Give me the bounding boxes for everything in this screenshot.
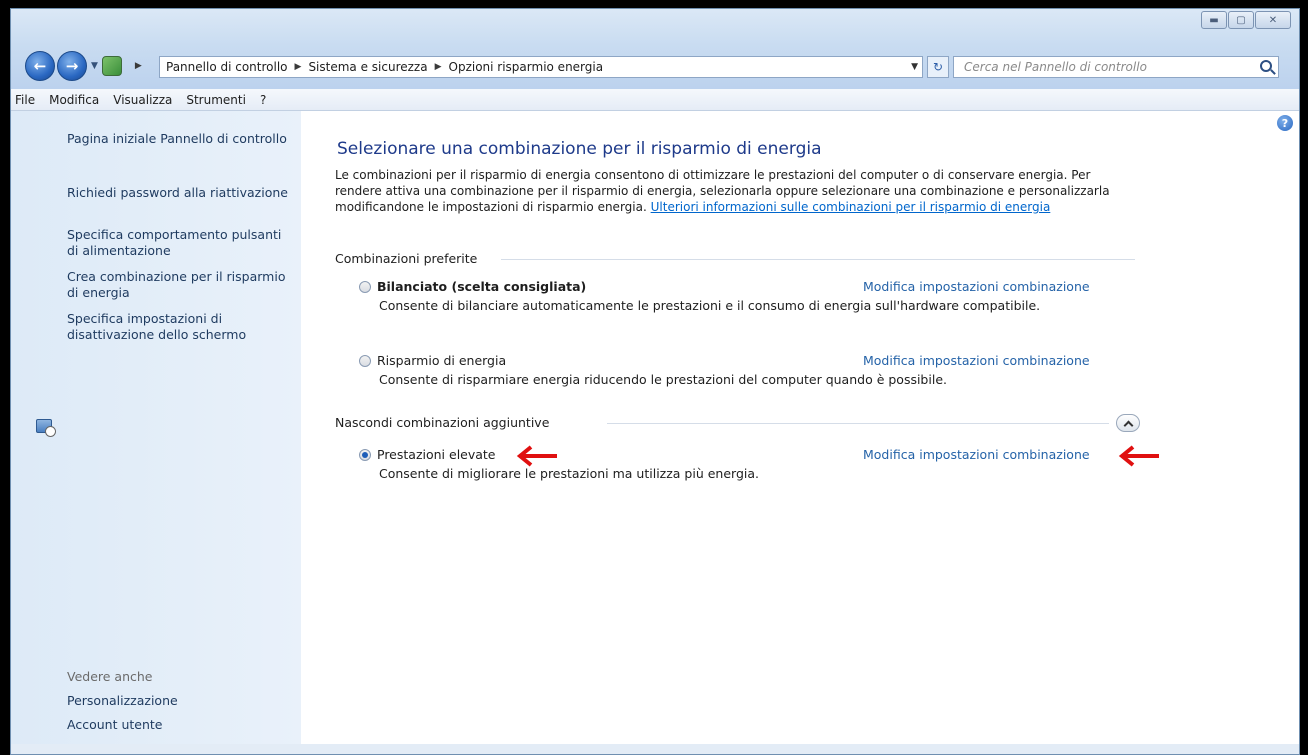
plan-power-saver-name[interactable]: Risparmio di energia xyxy=(377,353,506,368)
menu-bar: File Modifica Visualizza Strumenti ? xyxy=(11,89,1299,111)
section-divider xyxy=(607,423,1109,424)
plan-power-saver-edit-link[interactable]: Modifica impostazioni combinazione xyxy=(863,353,1090,368)
forward-icon[interactable]: → xyxy=(57,51,87,81)
plan-high-performance-desc: Consente di migliorare le prestazioni ma… xyxy=(379,466,759,481)
menu-help[interactable]: ? xyxy=(260,93,266,107)
red-arrow-left-icon xyxy=(516,445,557,467)
more-info-link[interactable]: Ulteriori informazioni sulle combinazion… xyxy=(651,200,1051,214)
sidebar-link-home[interactable]: Pagina iniziale Pannello di controllo xyxy=(67,131,292,147)
plan-high-performance-radio[interactable] xyxy=(359,448,371,461)
breadcrumb-power-options[interactable]: Opzioni risparmio energia xyxy=(449,60,604,74)
address-bar[interactable]: Pannello di controllo ▶ Sistema e sicure… xyxy=(159,56,923,78)
menu-tools[interactable]: Strumenti xyxy=(186,93,246,107)
minimize-button[interactable]: ▬ xyxy=(1201,11,1227,29)
chevron-right-icon[interactable]: ▶ xyxy=(135,61,142,71)
plan-power-saver: Risparmio di energia Modifica impostazio… xyxy=(359,353,1139,388)
sidebar-link-user-accounts[interactable]: Account utente xyxy=(67,717,292,733)
caption-buttons: ▬ ▢ ✕ xyxy=(1200,11,1291,29)
history-dropdown-icon[interactable]: ▼ xyxy=(91,61,98,71)
search-placeholder: Cerca nel Pannello di controllo xyxy=(964,60,1147,74)
plan-power-saver-radio[interactable] xyxy=(359,354,371,367)
sidebar-link-display-off[interactable]: Specifica impostazioni di disattivazione… xyxy=(67,311,292,343)
help-icon[interactable]: ? xyxy=(1277,115,1293,131)
back-icon[interactable]: ← xyxy=(25,51,55,81)
plan-balanced-name[interactable]: Bilanciato (scelta consigliata) xyxy=(377,279,586,294)
intro-text: Le combinazioni per il risparmio di ener… xyxy=(335,167,1125,215)
preferred-plans-label: Combinazioni preferite xyxy=(335,251,478,266)
close-button[interactable]: ✕ xyxy=(1255,11,1291,29)
refresh-icon[interactable]: ↻ xyxy=(927,56,949,78)
hidden-plans-label[interactable]: Nascondi combinazioni aggiuntive xyxy=(335,415,549,430)
preferred-plans-header: Combinazioni preferite xyxy=(335,251,477,266)
section-divider xyxy=(501,259,1135,260)
sidebar-link-power-buttons[interactable]: Specifica comportamento pulsanti di alim… xyxy=(67,227,292,259)
window-chrome: ▬ ▢ ✕ ← → ▼ ▶ Pannello di controllo ▶ Si… xyxy=(11,9,1299,89)
sidebar: Pagina iniziale Pannello di controllo Ri… xyxy=(11,111,301,754)
red-arrow-left-icon xyxy=(1118,445,1159,467)
menu-edit[interactable]: Modifica xyxy=(49,93,99,107)
chevron-right-icon[interactable]: ▶ xyxy=(295,62,302,72)
collapse-chevron-up-icon[interactable] xyxy=(1116,414,1140,432)
menu-file[interactable]: File xyxy=(15,93,35,107)
maximize-button[interactable]: ▢ xyxy=(1228,11,1254,29)
page-title: Selezionare una combinazione per il risp… xyxy=(337,139,822,159)
plan-balanced: Bilanciato (scelta consigliata) Modifica… xyxy=(359,279,1139,314)
address-dropdown-icon[interactable]: ▼ xyxy=(911,62,918,72)
breadcrumb-control-panel[interactable]: Pannello di controllo xyxy=(166,60,288,74)
breadcrumb-system-security[interactable]: Sistema e sicurezza xyxy=(308,60,427,74)
menu-view[interactable]: Visualizza xyxy=(113,93,172,107)
nav-buttons: ← → ▼ ▶ xyxy=(25,51,149,81)
hidden-plans-header: Nascondi combinazioni aggiuntive xyxy=(335,415,549,430)
plan-balanced-radio[interactable] xyxy=(359,280,371,293)
status-bar xyxy=(11,744,1299,754)
monitor-clock-icon xyxy=(36,419,56,437)
plan-high-performance-edit-link[interactable]: Modifica impostazioni combinazione xyxy=(863,447,1090,462)
plan-balanced-edit-link[interactable]: Modifica impostazioni combinazione xyxy=(863,279,1090,294)
plan-power-saver-desc: Consente di risparmiare energia riducend… xyxy=(379,372,947,387)
plan-high-performance: Prestazioni elevate Modifica impostazion… xyxy=(359,447,1139,482)
sidebar-link-password[interactable]: Richiedi password alla riattivazione xyxy=(67,185,292,201)
plan-balanced-desc: Consente di bilanciare automaticamente l… xyxy=(379,298,1041,313)
plan-high-performance-name[interactable]: Prestazioni elevate xyxy=(377,447,496,462)
sidebar-link-personalization[interactable]: Personalizzazione xyxy=(67,693,292,709)
chevron-right-icon[interactable]: ▶ xyxy=(435,62,442,72)
search-input[interactable]: Cerca nel Pannello di controllo xyxy=(953,56,1279,78)
control-panel-icon xyxy=(101,56,122,76)
see-also-title: Vedere anche xyxy=(67,669,153,684)
search-icon[interactable] xyxy=(1260,60,1272,72)
control-panel-window: ▬ ▢ ✕ ← → ▼ ▶ Pannello di controllo ▶ Si… xyxy=(10,8,1300,755)
sidebar-link-create-plan[interactable]: Crea combinazione per il risparmio di en… xyxy=(67,269,292,301)
